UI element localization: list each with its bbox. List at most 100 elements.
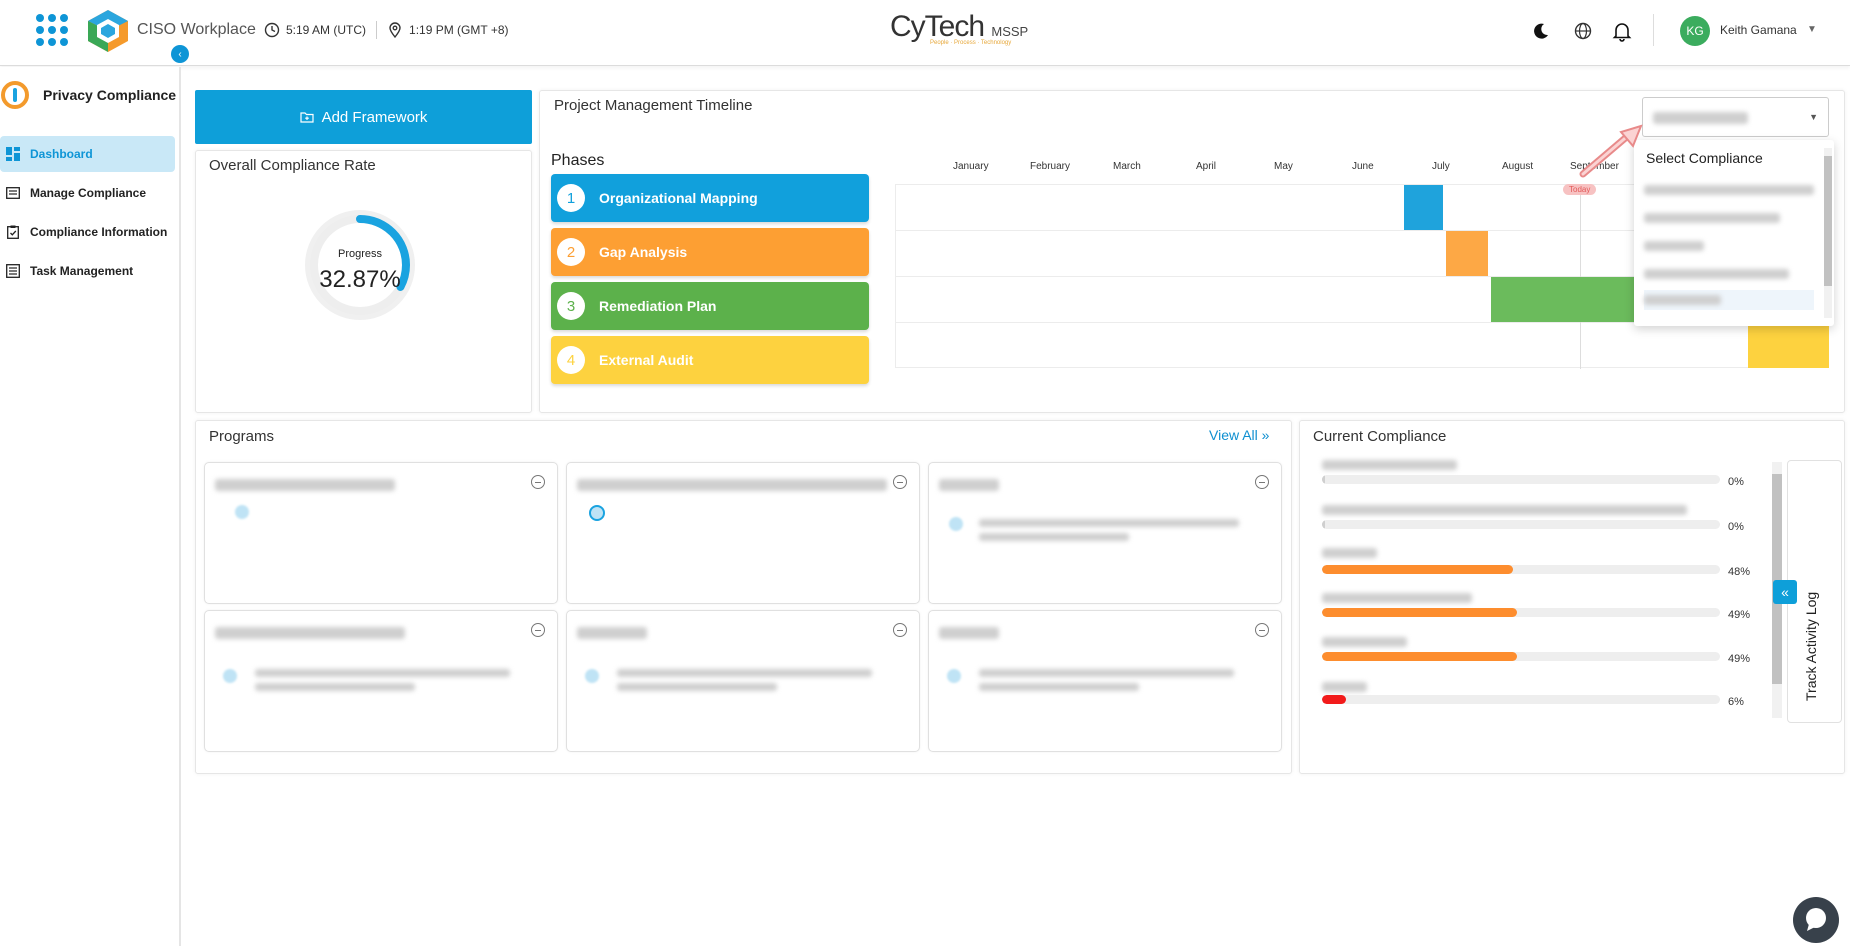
dropdown-option[interactable]: [1644, 208, 1814, 228]
clipboard-check-icon: [7, 225, 19, 239]
add-framework-button[interactable]: Add Framework: [195, 90, 532, 144]
check-icon: [589, 505, 605, 521]
task-list-icon: [6, 264, 20, 278]
phase-organizational-mapping[interactable]: 1 Organizational Mapping: [551, 174, 869, 222]
sidebar-item-label: Dashboard: [30, 147, 93, 161]
program-card[interactable]: [566, 610, 920, 752]
local-time: 1:19 PM (GMT +8): [409, 23, 509, 37]
timeline-row: [895, 322, 1829, 368]
track-activity-log-label: Track Activity Log: [1803, 591, 1819, 701]
dropdown-option[interactable]: [1644, 236, 1814, 256]
dark-mode-moon-icon[interactable]: [1530, 20, 1552, 42]
brand-suffix: MSSP: [991, 24, 1029, 39]
utc-time: 5:19 AM (UTC): [286, 23, 367, 37]
sidebar-title: Privacy Compliance: [43, 87, 177, 103]
gantt-bar-organizational-mapping[interactable]: [1404, 185, 1443, 230]
sidebar-item-task-management[interactable]: Task Management: [0, 253, 175, 289]
app-title: CISO Workplace: [137, 21, 256, 38]
compliance-percentage: 0%: [1728, 476, 1744, 488]
brand-tagline: People · Process · Technology: [930, 40, 1012, 46]
chat-support-button[interactable]: [1793, 897, 1839, 943]
compliance-percentage: 49%: [1728, 609, 1751, 621]
program-card[interactable]: [928, 462, 1282, 604]
month-label: July: [1432, 161, 1450, 172]
phase-label: Gap Analysis: [599, 244, 688, 260]
annotation-arrow-icon: [1579, 124, 1643, 178]
expand-double-chevron-left-icon[interactable]: «: [1773, 580, 1797, 604]
privacy-compliance-logo: [1, 81, 29, 109]
month-label: August: [1502, 161, 1534, 172]
ciso-logo: [88, 10, 128, 52]
overall-compliance-title: Overall Compliance Rate: [209, 157, 376, 174]
collapse-minus-icon[interactable]: [893, 475, 907, 489]
compliance-progress-bar: [1322, 475, 1720, 484]
apps-grid-icon[interactable]: [36, 14, 68, 46]
brand-name: CyTech: [890, 10, 985, 43]
compliance-progress-donut: [305, 210, 415, 320]
programs-title: Programs: [209, 428, 275, 445]
gantt-bar-external-audit[interactable]: [1748, 323, 1829, 368]
program-card[interactable]: [566, 462, 920, 604]
collapse-minus-icon[interactable]: [531, 623, 545, 637]
collapse-minus-icon[interactable]: [893, 623, 907, 637]
view-all-link[interactable]: View All »: [1209, 427, 1269, 443]
compliance-item-name: [1322, 460, 1457, 470]
compliance-select[interactable]: ▼: [1642, 97, 1829, 137]
compliance-progress-bar: [1322, 652, 1720, 661]
phase-label: Organizational Mapping: [599, 190, 758, 206]
compliance-progress-bar: [1322, 608, 1720, 617]
sidebar-item-label: Compliance Information: [30, 225, 168, 239]
phase-external-audit[interactable]: 4 External Audit: [551, 336, 869, 384]
phase-remediation-plan[interactable]: 3 Remediation Plan: [551, 282, 869, 330]
user-menu-chevron-down-icon[interactable]: ▼: [1807, 24, 1817, 35]
folder-plus-icon: [299, 112, 314, 123]
compliance-item-name: [1322, 593, 1472, 603]
program-card[interactable]: [204, 610, 558, 752]
user-avatar[interactable]: KG: [1680, 16, 1710, 46]
sidebar-collapse-chevron-left-icon[interactable]: ‹: [171, 45, 189, 63]
collapse-minus-icon[interactable]: [1255, 623, 1269, 637]
compliance-percentage: 49%: [1728, 653, 1751, 665]
compliance-progress-bar: [1322, 565, 1720, 574]
compliance-progress-bar: [1322, 695, 1720, 704]
sidebar-item-label: Task Management: [30, 264, 134, 278]
dropdown-scrollbar[interactable]: [1824, 148, 1832, 318]
sidebar-item-label: Manage Compliance: [30, 186, 147, 200]
phase-gap-analysis[interactable]: 2 Gap Analysis: [551, 228, 869, 276]
notification-bell-icon[interactable]: [1611, 20, 1633, 42]
sidebar-item-dashboard[interactable]: Dashboard: [0, 136, 175, 172]
language-globe-icon[interactable]: [1572, 20, 1594, 42]
selected-compliance-value: [1653, 112, 1748, 124]
month-label: May: [1274, 161, 1293, 172]
collapse-minus-icon[interactable]: [531, 475, 545, 489]
phases-title: Phases: [551, 152, 605, 169]
dropdown-option[interactable]: [1644, 290, 1814, 310]
compliance-percentage: 48%: [1728, 566, 1751, 578]
select-chevron-down-icon: ▼: [1809, 112, 1818, 122]
time-display: 5:19 AM (UTC) 1:19 PM (GMT +8): [264, 21, 509, 39]
program-card[interactable]: [928, 610, 1282, 752]
month-label: June: [1352, 161, 1374, 172]
compliance-progress-bar: [1322, 520, 1720, 529]
dropdown-option[interactable]: [1644, 180, 1814, 200]
gantt-bar-remediation-plan[interactable]: [1491, 277, 1651, 322]
chat-bubble-icon: [1806, 908, 1826, 931]
clock-icon: [264, 22, 280, 38]
user-name[interactable]: Keith Gamana: [1720, 23, 1797, 37]
program-card[interactable]: [204, 462, 558, 604]
month-label: April: [1196, 161, 1217, 172]
current-compliance-title: Current Compliance: [1313, 428, 1447, 445]
location-pin-icon: [389, 22, 401, 38]
dropdown-option[interactable]: [1644, 264, 1814, 284]
collapse-minus-icon[interactable]: [1255, 475, 1269, 489]
progress-value: 32.87%: [319, 266, 401, 293]
sidebar-item-manage-compliance[interactable]: Manage Compliance: [0, 175, 175, 211]
cytech-brand-logo: CyTech MSSP People · Process · Technolog…: [890, 10, 1029, 46]
sidebar-item-compliance-information[interactable]: Compliance Information: [0, 214, 175, 250]
compliance-dropdown: Select Compliance: [1634, 140, 1834, 326]
compliance-item-name: [1322, 505, 1687, 515]
compliance-item-name: [1322, 637, 1407, 647]
gantt-bar-gap-analysis[interactable]: [1446, 231, 1488, 276]
compliance-item-name: [1322, 548, 1377, 558]
compliance-percentage: 0%: [1728, 521, 1744, 533]
